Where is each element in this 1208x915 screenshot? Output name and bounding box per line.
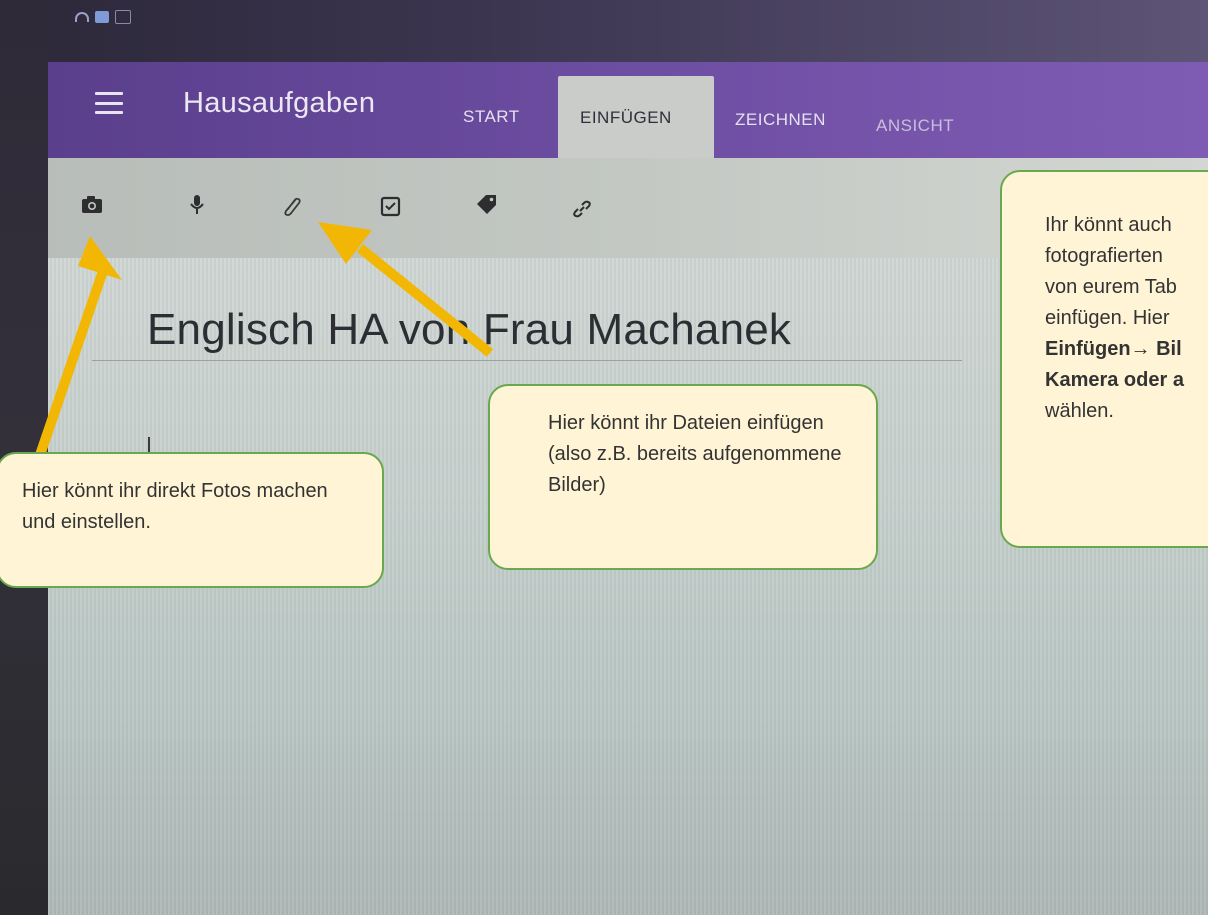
menu-icon[interactable] [95,92,123,114]
callout-side-line4: einfügen. Hier [1045,307,1170,329]
callout-side-line2: fotografierten [1045,245,1163,267]
callout-side: Ihr könnt auch fotografierten von eurem … [1000,170,1208,548]
page-title[interactable]: Englisch HA von Frau Machanek [147,305,791,355]
wifi-icon [75,12,89,22]
tab-start[interactable]: START [463,107,520,127]
microphone-icon[interactable] [184,192,210,218]
callout-files: Hier könnt ihr Dateien einfügen (also z.… [488,384,878,570]
title-divider [92,360,962,361]
checkbox-icon[interactable] [378,194,404,220]
tag-icon[interactable] [474,192,500,218]
callout-photo: Hier könnt ihr direkt Fotos machen und e… [0,452,384,588]
tab-zeichnen[interactable]: ZEICHNEN [735,110,826,130]
link-icon[interactable] [569,196,595,222]
paperclip-icon[interactable] [279,194,305,220]
app-title: Hausaufgaben [183,87,376,119]
mail-icon [115,10,131,24]
callout-side-line6: Kamera oder a [1045,365,1208,396]
status-bar [75,10,131,24]
callout-side-line7: wählen. [1045,400,1114,422]
text-cursor [148,437,150,453]
tablet-bezel-top [0,0,1208,62]
callout-side-line5-bold: Einfügen [1045,338,1131,360]
shield-icon [95,11,109,23]
callout-side-line1: Ihr könnt auch [1045,214,1172,236]
camera-icon[interactable] [79,192,105,218]
tab-ansicht[interactable]: ANSICHT [876,116,954,136]
callout-side-line3: von eurem Tab [1045,276,1177,298]
callout-side-line5-arrow: → Bil [1130,338,1182,360]
tab-einfuegen[interactable]: EINFÜGEN [580,108,672,128]
callout-side-line6-bold: Kamera oder a [1045,369,1184,391]
callout-side-line5: Einfügen→ Bil [1045,334,1208,365]
